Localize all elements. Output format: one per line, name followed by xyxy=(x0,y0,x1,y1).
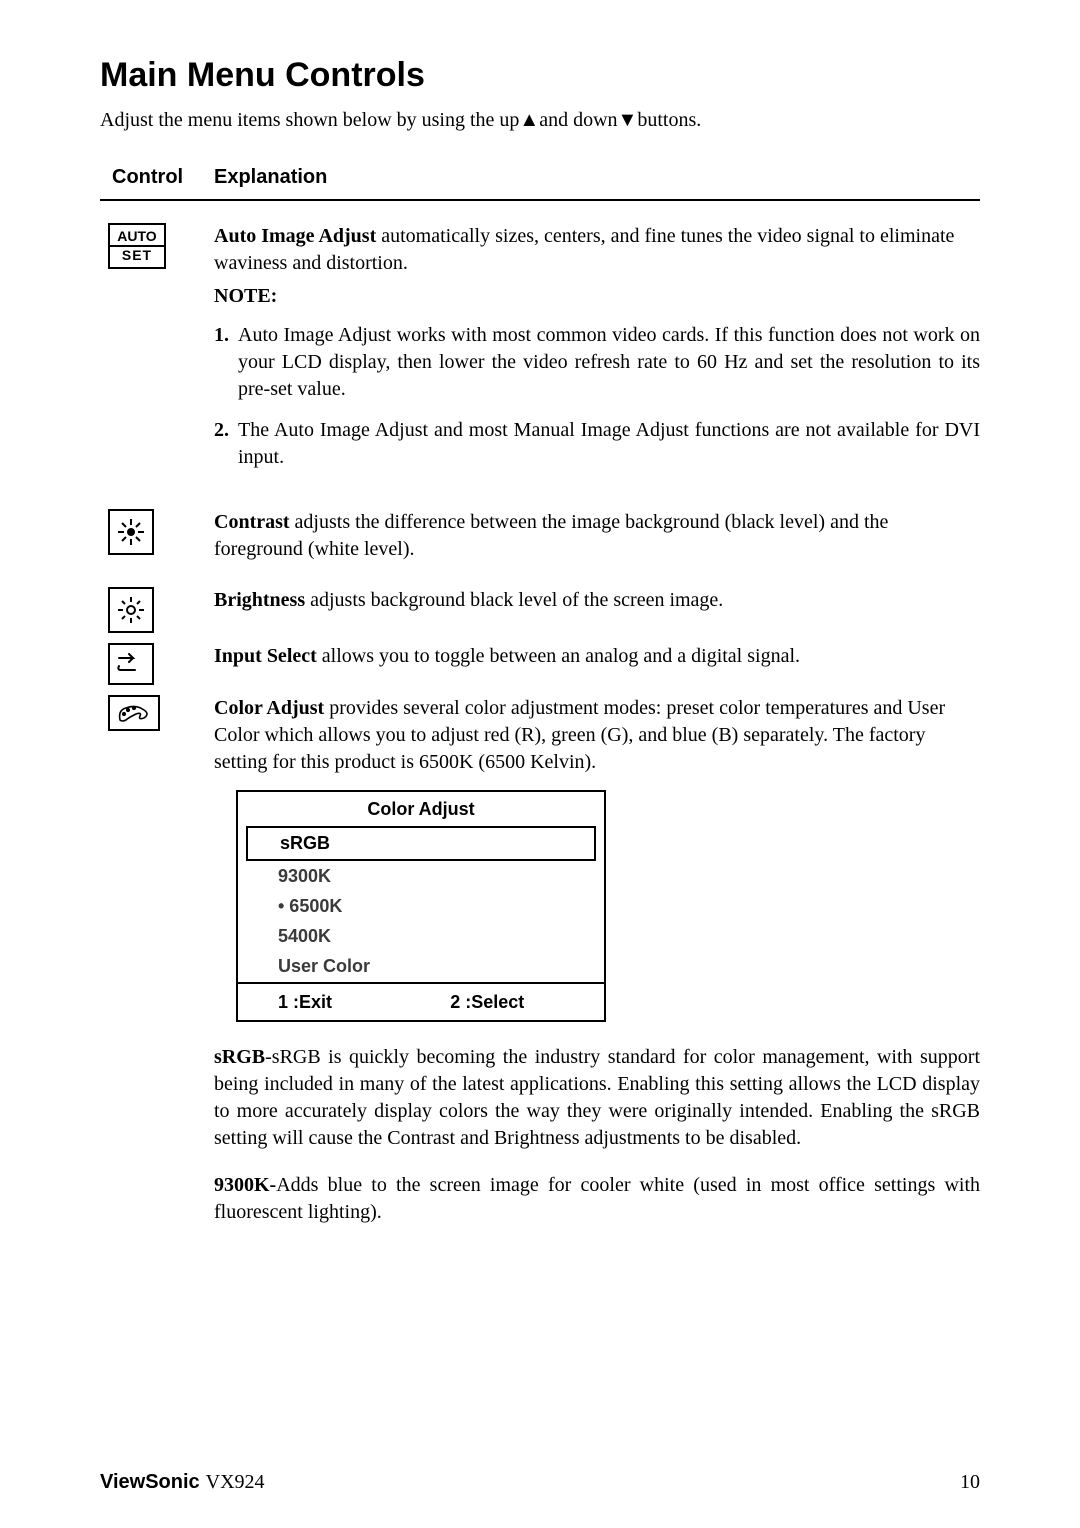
note-body-1: Auto Image Adjust works with most common… xyxy=(238,322,980,403)
footer-brand: ViewSonic xyxy=(100,1471,200,1493)
note-num-2: 2. xyxy=(214,417,238,471)
color-adjust-body: provides several color adjustment modes:… xyxy=(214,697,945,773)
input-select-icon xyxy=(108,643,154,685)
footer-page: 10 xyxy=(960,1471,980,1494)
input-select-body: allows you to toggle between an analog a… xyxy=(317,645,800,667)
panel-select: 2 :Select xyxy=(450,984,604,1020)
color-adjust-panel: Color Adjust sRGB 9300K • 6500K 5400K Us… xyxy=(236,790,606,1022)
color-adjust-lead: Color Adjust xyxy=(214,697,324,719)
panel-item-9300k: 9300K xyxy=(238,861,604,891)
row-color-adjust: Color Adjust provides several color adju… xyxy=(100,695,980,1240)
panel-title: Color Adjust xyxy=(238,792,604,826)
panel-item-srgb: sRGB xyxy=(246,826,596,860)
row-contrast: Contrast adjusts the difference between … xyxy=(100,509,980,563)
brightness-icon xyxy=(108,587,154,633)
row-auto-image: AUTO SET Auto Image Adjust automatically… xyxy=(100,223,980,485)
note-list: 1.Auto Image Adjust works with most comm… xyxy=(214,322,980,471)
page-footer: ViewSonic VX924 10 xyxy=(100,1471,980,1494)
header-explanation: Explanation xyxy=(214,166,980,189)
k9300-para: 9300K-Adds blue to the screen image for … xyxy=(214,1172,980,1226)
srgb-lead: sRGB xyxy=(214,1046,265,1068)
panel-item-5400k: 5400K xyxy=(238,921,604,951)
intro-text: Adjust the menu items shown below by usi… xyxy=(100,109,980,132)
panel-exit: 1 :Exit xyxy=(238,984,450,1020)
contrast-icon xyxy=(108,509,154,555)
footer-model: VX924 xyxy=(206,1471,265,1493)
note-label: NOTE: xyxy=(214,283,980,310)
note-body-2: The Auto Image Adjust and most Manual Im… xyxy=(238,417,980,471)
note-item-2: 2.The Auto Image Adjust and most Manual … xyxy=(214,417,980,471)
page-title: Main Menu Controls xyxy=(100,56,980,95)
color-adjust-icon xyxy=(108,695,160,731)
auto-image-para: Auto Image Adjust automatically sizes, c… xyxy=(214,225,954,274)
auto-set-line2: SET xyxy=(122,247,152,264)
panel-item-user-color: User Color xyxy=(238,951,604,981)
contrast-lead: Contrast xyxy=(214,511,290,533)
footer-left: ViewSonic VX924 xyxy=(100,1471,265,1494)
srgb-para: sRGB-sRGB is quickly becoming the indust… xyxy=(214,1044,980,1152)
brightness-body: adjusts background black level of the sc… xyxy=(305,589,723,611)
note-item-1: 1.Auto Image Adjust works with most comm… xyxy=(214,322,980,403)
intro-mid: and down xyxy=(539,109,617,131)
intro-prefix: Adjust the menu items shown below by usi… xyxy=(100,109,519,131)
k9300-lead: 9300K- xyxy=(214,1174,276,1196)
intro-suffix: buttons. xyxy=(637,109,701,131)
brightness-lead: Brightness xyxy=(214,589,305,611)
auto-set-icon: AUTO SET xyxy=(108,223,166,269)
note-num-1: 1. xyxy=(214,322,238,403)
panel-item-6500k: • 6500K xyxy=(238,891,604,921)
auto-image-lead: Auto Image Adjust xyxy=(214,225,376,247)
row-input-select: Input Select allows you to toggle betwee… xyxy=(100,643,980,685)
k9300-body: Adds blue to the screen image for cooler… xyxy=(214,1174,980,1223)
input-select-lead: Input Select xyxy=(214,645,317,667)
header-control: Control xyxy=(100,166,214,189)
row-brightness: Brightness adjusts background black leve… xyxy=(100,587,980,633)
contrast-body: adjusts the difference between the image… xyxy=(214,511,888,560)
column-header: Control Explanation xyxy=(100,166,980,201)
srgb-body: -sRGB is quickly becoming the industry s… xyxy=(214,1046,980,1149)
auto-set-line1: AUTO xyxy=(110,228,164,247)
